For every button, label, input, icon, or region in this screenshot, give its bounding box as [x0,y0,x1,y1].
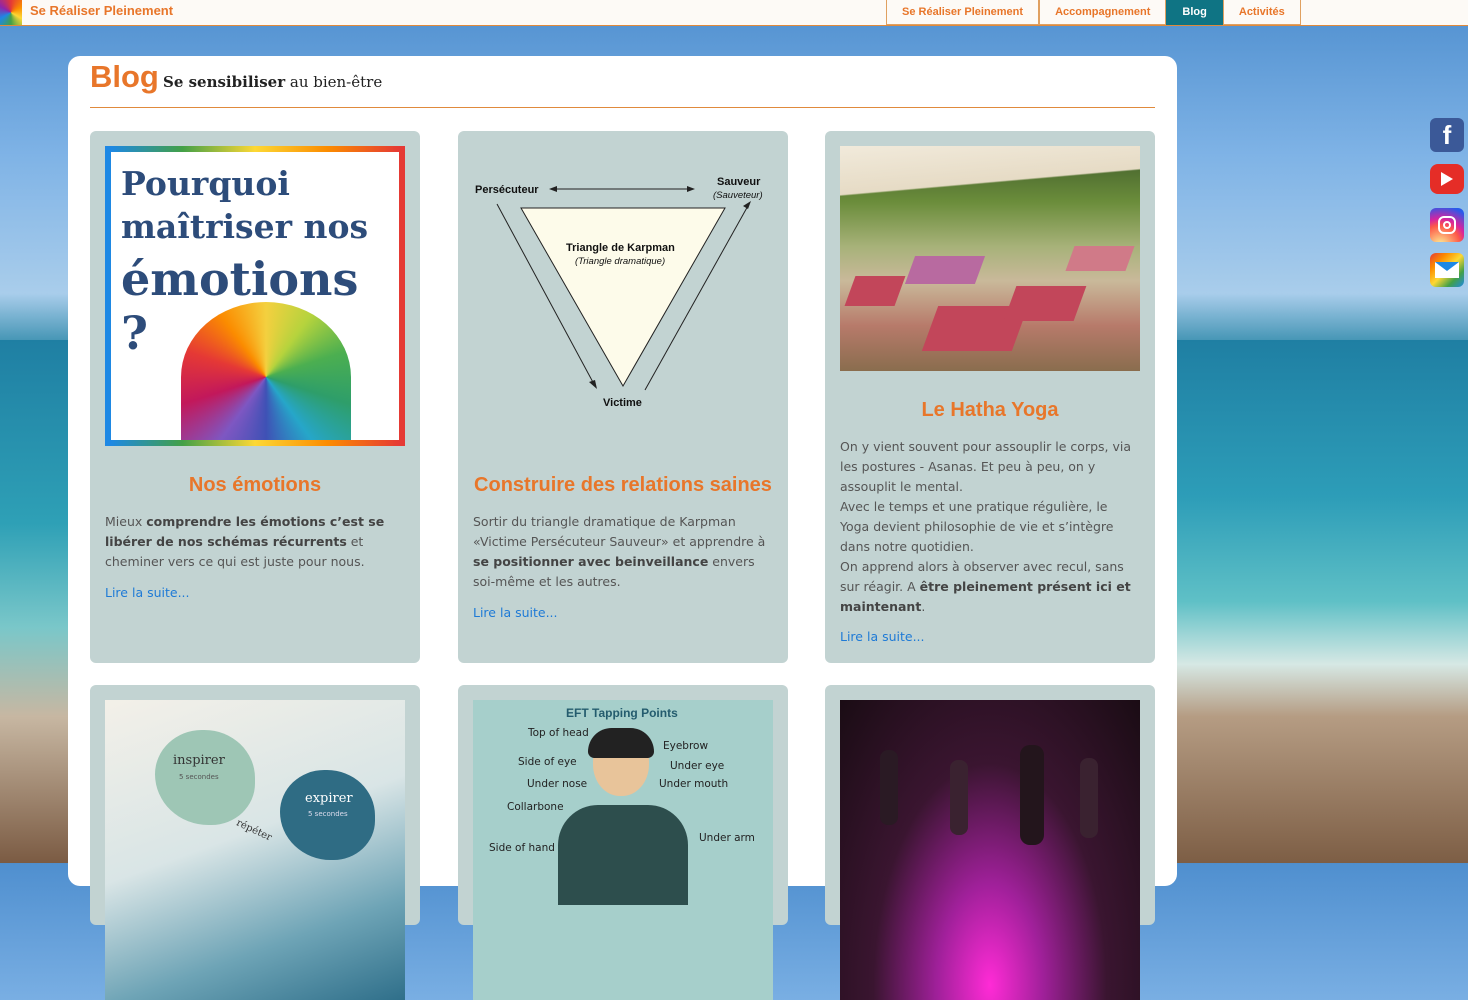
eft-image[interactable]: EFT Tapping Points Top of head Eyebrow S… [473,700,773,1000]
yoga-photo[interactable] [840,146,1140,371]
eft-label: Under eye [670,760,725,772]
card-text: Sortir du triangle dramatique de Karpman… [473,512,773,592]
top-bar: Se Réaliser Pleinement Se Réaliser Plein… [0,0,1468,26]
eft-label: Collarbone [507,801,564,813]
label-victime: Victime [603,397,642,409]
photo-mat [1003,286,1087,321]
card-text: Mieux comprendre les émotions c’est se l… [105,512,405,572]
card-title[interactable]: Le Hatha Yoga [825,399,1155,422]
karpman-triangle-svg: Persécuteur Sauveur (Sauveteur) Triangle… [475,176,763,409]
eft-label: Top of head [528,727,589,739]
instagram-icon[interactable] [1430,208,1464,242]
card-breathing: inspirer 5 secondes expirer 5 secondes r… [90,685,420,1000]
site-title[interactable]: Se Réaliser Pleinement [30,3,173,18]
eft-label: Under mouth [659,778,729,790]
karpman-diagram[interactable]: Persécuteur Sauveur (Sauveteur) Triangle… [473,146,773,446]
nav-se-realiser-pleinement[interactable]: Se Réaliser Pleinement [886,0,1040,25]
dance-photo[interactable] [840,700,1140,1000]
photo-dancer [950,760,968,835]
photo-tarp [840,146,1140,201]
eft-hair [588,728,654,758]
page-subtitle: Se sensibiliser au bien-être [163,73,382,91]
eft-label: Under nose [527,778,588,790]
card-dance [825,685,1155,1000]
background-sea-right [1177,340,1468,863]
image-text-line1: Pourquoi [121,164,290,203]
repeter-label: répéter [234,817,274,844]
eft-label: Eyebrow [663,740,709,752]
card-hatha-yoga: Le Hatha Yoga On y vient souvent pour as… [825,131,1155,663]
card-text-bold: comprendre les émotions c’est se libérer… [105,514,385,549]
expirer-label: expirer [305,791,353,806]
youtube-icon[interactable] [1430,164,1464,194]
nav-activites[interactable]: Activités [1222,0,1301,25]
emotions-image[interactable]: Pourquoi maîtriser nos émotions ? [105,146,405,446]
emotion-wheel-graphic [181,302,351,440]
photo-mat [1065,246,1135,271]
inspirer-label: inspirer [173,753,225,768]
subtitle-bold: Se sensibiliser [163,73,286,91]
card-text: On y vient souvent pour assouplir le cor… [840,437,1140,617]
eft-title: EFT Tapping Points [566,706,678,720]
photo-mat [844,276,906,306]
main-nav: Se Réaliser Pleinement Accompagnement Bl… [886,0,1301,25]
photo-dancer [1080,758,1098,838]
card-text-part: Sortir du triangle dramatique de Karpman… [473,514,766,549]
page-title: Blog [90,59,159,94]
nav-accompagnement[interactable]: Accompagnement [1039,0,1167,25]
card-text-part: Mieux [105,514,147,529]
card-paragraph: On apprend alors à observer avec recul, … [840,557,1140,617]
card-title[interactable]: Construire des relations saines [458,474,788,497]
image-text-line2: maîtriser nos [121,207,369,246]
expirer-sub: 5 secondes [308,810,348,818]
card-eft: EFT Tapping Points Top of head Eyebrow S… [458,685,788,1000]
inspirer-sub: 5 secondes [179,773,219,781]
photo-mat [904,256,986,284]
blog-panel: Blog Se sensibiliser au bien-être Pourqu… [68,56,1177,1000]
read-more-link[interactable]: Lire la suite... [105,585,190,600]
card-emotions: Pourquoi maîtriser nos émotions ? Nos ém… [90,131,420,663]
eft-label: Side of hand [489,842,555,854]
label-sauveur: Sauveur [717,176,761,188]
photo-dancer [880,750,898,825]
card-text-bold: se positionner avec beinveillance [473,554,709,569]
subtitle-rest: au bien-être [285,73,383,91]
breathing-image[interactable]: inspirer 5 secondes expirer 5 secondes r… [105,700,405,1000]
nav-blog[interactable]: Blog [1166,0,1223,25]
eft-body [558,805,688,905]
card-text-part: . [921,599,926,614]
card-relations: Persécuteur Sauveur (Sauveteur) Triangle… [458,131,788,663]
label-triangle-title: Triangle de Karpman [566,242,675,254]
facebook-icon[interactable]: f [1430,118,1464,152]
label-persecuteur: Persécuteur [475,184,539,196]
mail-icon[interactable] [1430,253,1464,287]
read-more-link[interactable]: Lire la suite... [473,605,558,620]
title-divider [90,107,1155,108]
label-sauveteur: (Sauveteur) [713,190,763,201]
photo-dancer [1020,745,1044,845]
label-triangle-sub: (Triangle dramatique) [575,256,665,267]
eft-label: Under arm [699,832,755,844]
card-title[interactable]: Nos émotions [90,474,420,497]
logo-icon[interactable] [0,0,22,25]
read-more-link[interactable]: Lire la suite... [840,629,925,644]
eft-label: Side of eye [518,756,577,768]
card-paragraph: On y vient souvent pour assouplir le cor… [840,439,1132,494]
card-paragraph: Avec le temps et une pratique régulière,… [840,499,1114,554]
